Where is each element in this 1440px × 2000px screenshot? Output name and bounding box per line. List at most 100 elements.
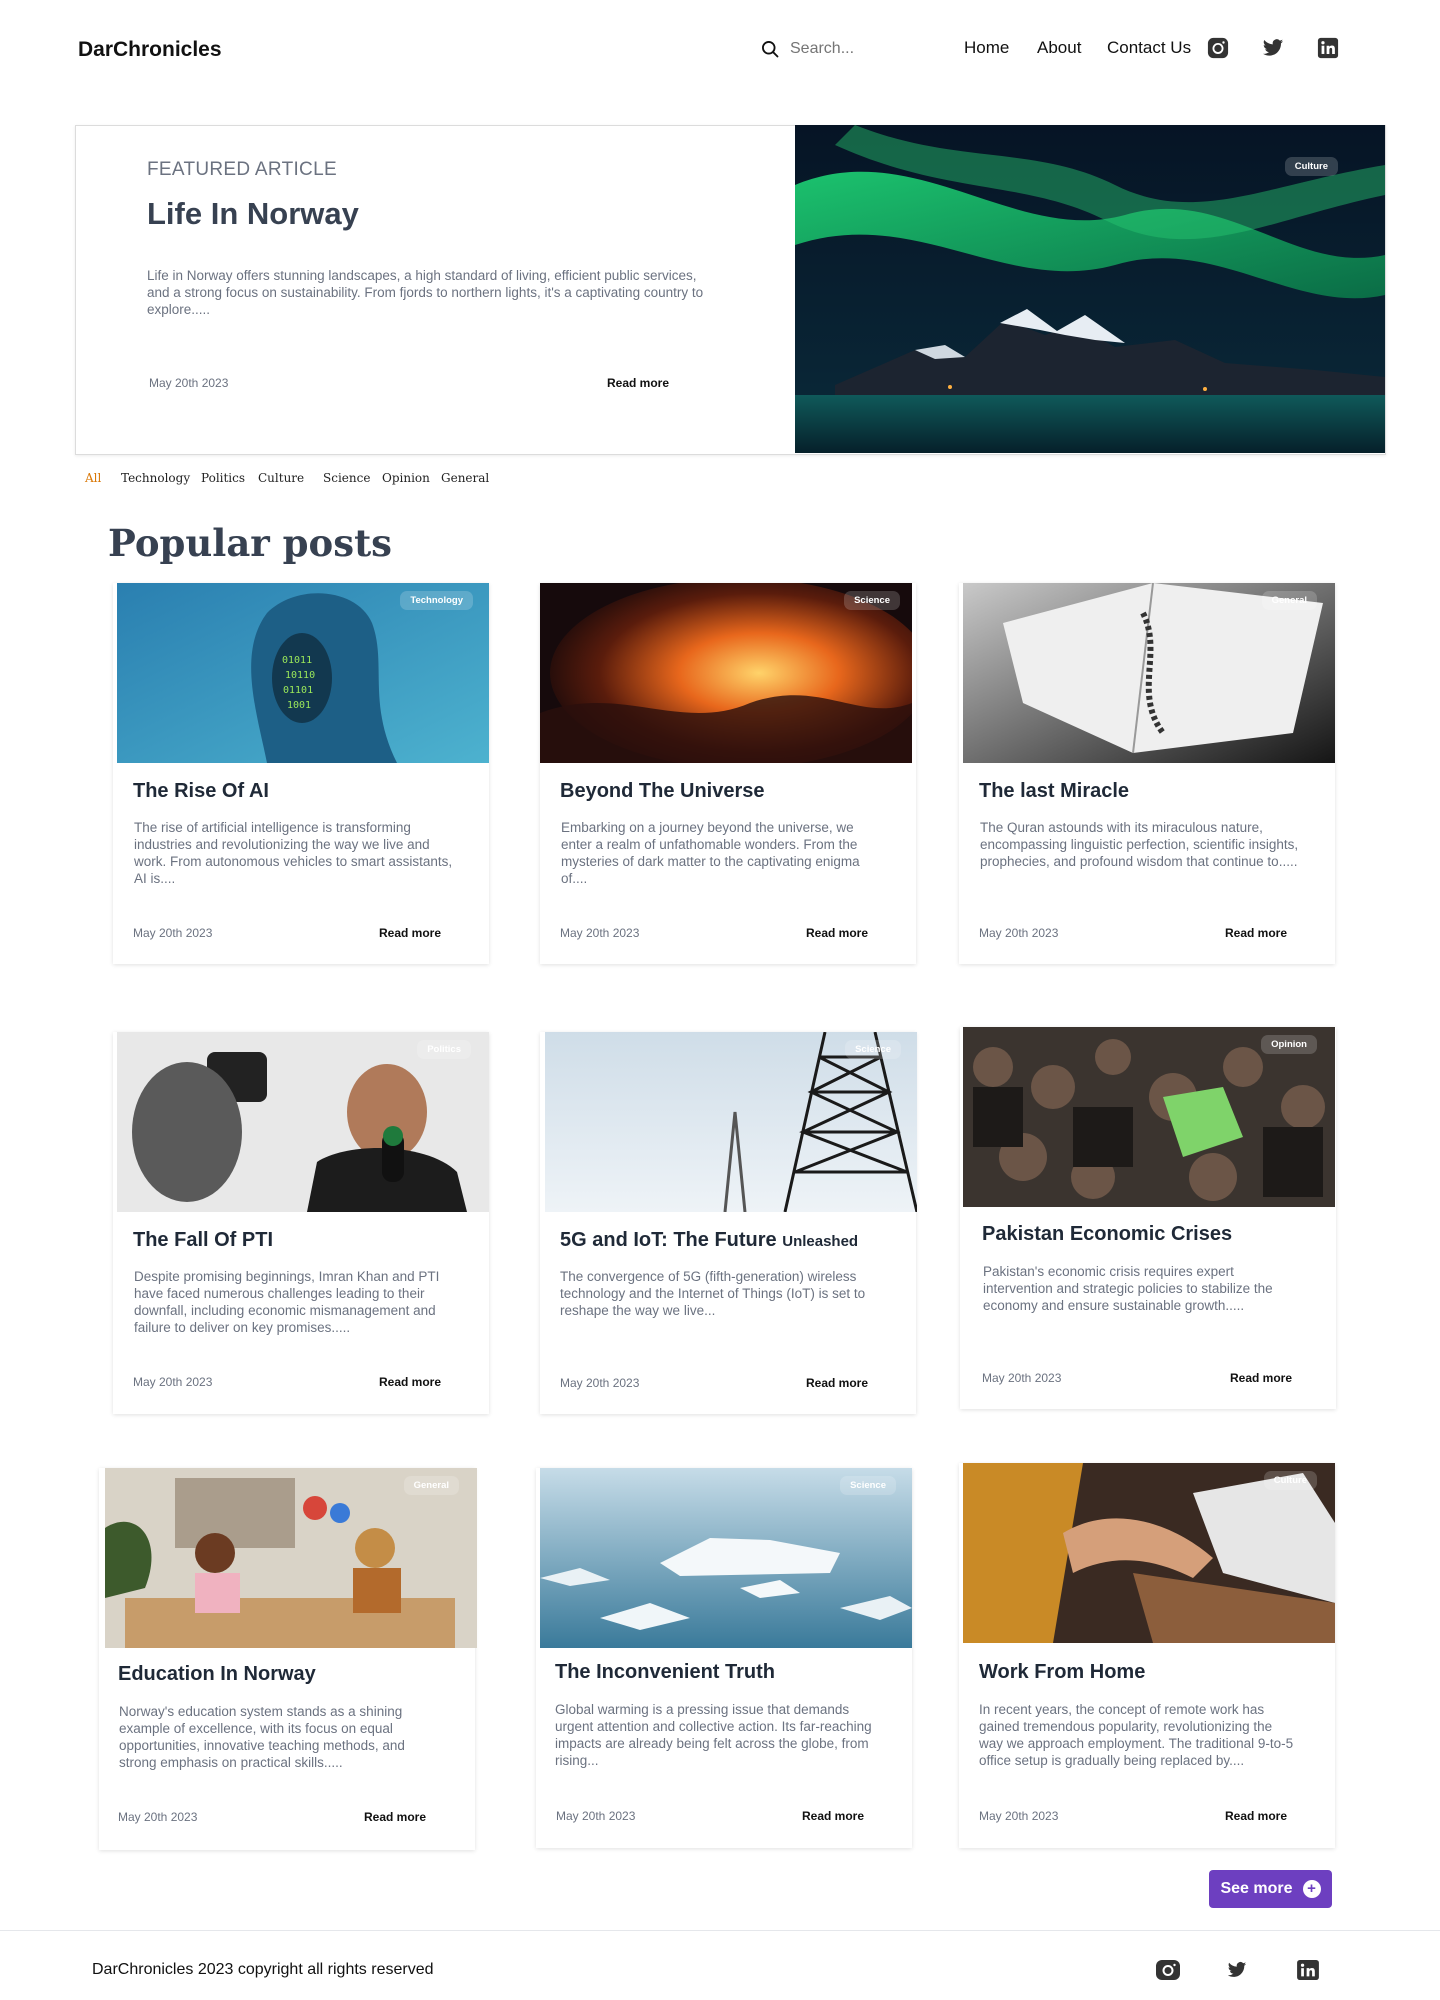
post-title[interactable]: The Rise Of AI: [133, 780, 269, 803]
search-input[interactable]: [790, 40, 890, 58]
linkedin-icon[interactable]: [1296, 1960, 1320, 1980]
post-read-more-link[interactable]: Read more: [806, 926, 868, 940]
post-read-more-link[interactable]: Read more: [1225, 926, 1287, 940]
brand-logo[interactable]: DarChronicles: [78, 38, 222, 62]
post-date: May 20th 2023: [133, 1375, 213, 1389]
svg-text:10110: 10110: [285, 670, 315, 681]
post-title[interactable]: 5G and IoT: The Future Unleashed: [560, 1229, 858, 1252]
instagram-icon[interactable]: [1156, 1960, 1180, 1980]
post-thumbnail[interactable]: 01011 10110 01101 1001 Technology: [117, 583, 489, 763]
post-card[interactable]: General Education In Norway Norway's edu…: [99, 1468, 477, 1850]
category-politics[interactable]: Politics: [201, 471, 245, 485]
section-title: Popular posts: [108, 521, 392, 565]
post-card[interactable]: General The last Miracle The Quran astou…: [959, 583, 1335, 964]
post-title[interactable]: Beyond The Universe: [560, 780, 765, 803]
featured-category-badge[interactable]: Culture: [1284, 157, 1338, 176]
see-more-button[interactable]: See more +: [1209, 1870, 1332, 1908]
post-card[interactable]: Science Beyond The Universe Embarking on…: [540, 583, 916, 964]
category-opinion[interactable]: Opinion: [382, 471, 430, 485]
featured-image[interactable]: Culture: [795, 125, 1385, 453]
svg-text:01011: 01011: [282, 655, 312, 666]
category-all[interactable]: All: [85, 471, 101, 485]
post-description: Pakistan's economic crisis requires expe…: [983, 1264, 1273, 1313]
post-date: May 20th 2023: [556, 1809, 636, 1823]
post-category-badge[interactable]: General: [1261, 591, 1317, 610]
post-read-more-link[interactable]: Read more: [1225, 1809, 1287, 1823]
post-card[interactable]: Science 5G and IoT: The Future Unleashed…: [540, 1032, 917, 1414]
footer-divider: [0, 1930, 1440, 1931]
post-title[interactable]: Education In Norway: [118, 1663, 316, 1686]
post-read-more-link[interactable]: Read more: [802, 1809, 864, 1823]
post-date: May 20th 2023: [979, 1809, 1059, 1823]
featured-kicker: FEATURED ARTICLE: [147, 159, 337, 180]
post-category-badge[interactable]: Science: [845, 1040, 901, 1059]
post-thumbnail[interactable]: Science: [545, 1032, 917, 1212]
post-date: May 20th 2023: [560, 1376, 640, 1390]
post-category-badge[interactable]: Technology: [400, 591, 473, 610]
post-thumbnail[interactable]: Opinion: [963, 1027, 1335, 1207]
post-description: The Quran astounds with its miraculous n…: [980, 820, 1299, 869]
featured-read-more-link[interactable]: Read more: [607, 376, 669, 390]
post-description: In recent years, the concept of remote w…: [979, 1702, 1294, 1768]
plus-circle-icon: +: [1302, 1880, 1321, 1898]
category-technology[interactable]: Technology: [121, 471, 190, 485]
post-card[interactable]: 01011 10110 01101 1001 Technology The Ri…: [113, 583, 489, 964]
featured-date: May 20th 2023: [149, 376, 229, 390]
nav-contact[interactable]: Contact Us: [1107, 38, 1191, 58]
post-thumbnail[interactable]: General: [105, 1468, 477, 1648]
post-card[interactable]: Opinion Pakistan Economic Crises Pakista…: [960, 1027, 1336, 1409]
twitter-icon[interactable]: [1225, 1960, 1249, 1980]
svg-text:1001: 1001: [287, 700, 311, 711]
instagram-icon[interactable]: [1207, 37, 1229, 59]
post-date: May 20th 2023: [560, 926, 640, 940]
post-category-badge[interactable]: Science: [844, 591, 900, 610]
post-date: May 20th 2023: [979, 926, 1059, 940]
post-category-badge[interactable]: Science: [840, 1476, 896, 1495]
see-more-label: See more: [1220, 1880, 1293, 1897]
post-card[interactable]: Politics The Fall Of PTI Despite promisi…: [113, 1032, 489, 1414]
post-card[interactable]: Science The Inconvenient Truth Global wa…: [536, 1468, 912, 1848]
post-title[interactable]: Work From Home: [979, 1661, 1145, 1684]
post-thumbnail[interactable]: Science: [540, 1468, 912, 1648]
post-category-badge[interactable]: Opinion: [1261, 1035, 1317, 1054]
page: DarChronicles Home About Contact Us FEAT…: [0, 0, 1440, 2000]
post-thumbnail[interactable]: Culture: [963, 1463, 1335, 1643]
post-title[interactable]: Pakistan Economic Crises: [982, 1223, 1232, 1246]
post-date: May 20th 2023: [118, 1810, 198, 1824]
category-science[interactable]: Science: [323, 471, 370, 485]
search-bar[interactable]: [760, 36, 890, 62]
linkedin-icon[interactable]: [1317, 37, 1339, 59]
post-description: Embarking on a journey beyond the univer…: [561, 820, 860, 886]
nav-about[interactable]: About: [1037, 38, 1081, 58]
post-thumbnail[interactable]: General: [963, 583, 1335, 763]
post-title-suffix: Unleashed: [782, 1233, 859, 1250]
post-category-badge[interactable]: General: [403, 1476, 459, 1495]
post-card[interactable]: Culture Work From Home In recent years, …: [959, 1463, 1335, 1848]
post-read-more-link[interactable]: Read more: [1230, 1371, 1292, 1385]
category-culture[interactable]: Culture: [258, 471, 304, 485]
post-description: Despite promising beginnings, Imran Khan…: [134, 1269, 440, 1335]
category-general[interactable]: General: [441, 471, 489, 485]
nav-home[interactable]: Home: [964, 38, 1009, 58]
post-read-more-link[interactable]: Read more: [379, 1375, 441, 1389]
post-read-more-link[interactable]: Read more: [379, 926, 441, 940]
post-thumbnail[interactable]: Science: [540, 583, 912, 763]
post-category-badge[interactable]: Politics: [417, 1040, 471, 1059]
search-icon[interactable]: [760, 39, 780, 59]
post-title[interactable]: The Inconvenient Truth: [555, 1661, 775, 1684]
svg-text:01101: 01101: [283, 685, 313, 696]
post-read-more-link[interactable]: Read more: [806, 1376, 868, 1390]
footer-copyright: DarChronicles 2023 copyright all rights …: [92, 1961, 434, 1978]
post-description: Norway's education system stands as a sh…: [119, 1704, 405, 1770]
post-category-badge[interactable]: Culture: [1263, 1471, 1317, 1490]
post-thumbnail[interactable]: Politics: [117, 1032, 489, 1212]
featured-article[interactable]: FEATURED ARTICLE Life In Norway Life in …: [75, 125, 1386, 455]
featured-description: Life in Norway offers stunning landscape…: [147, 268, 704, 317]
post-description: The rise of artificial intelligence is t…: [134, 820, 453, 886]
post-read-more-link[interactable]: Read more: [364, 1810, 426, 1824]
twitter-icon[interactable]: [1262, 37, 1284, 59]
post-description: Global warming is a pressing issue that …: [555, 1702, 872, 1768]
post-title[interactable]: The Fall Of PTI: [133, 1229, 273, 1252]
post-title[interactable]: The last Miracle: [979, 780, 1129, 803]
featured-title[interactable]: Life In Norway: [147, 196, 359, 232]
